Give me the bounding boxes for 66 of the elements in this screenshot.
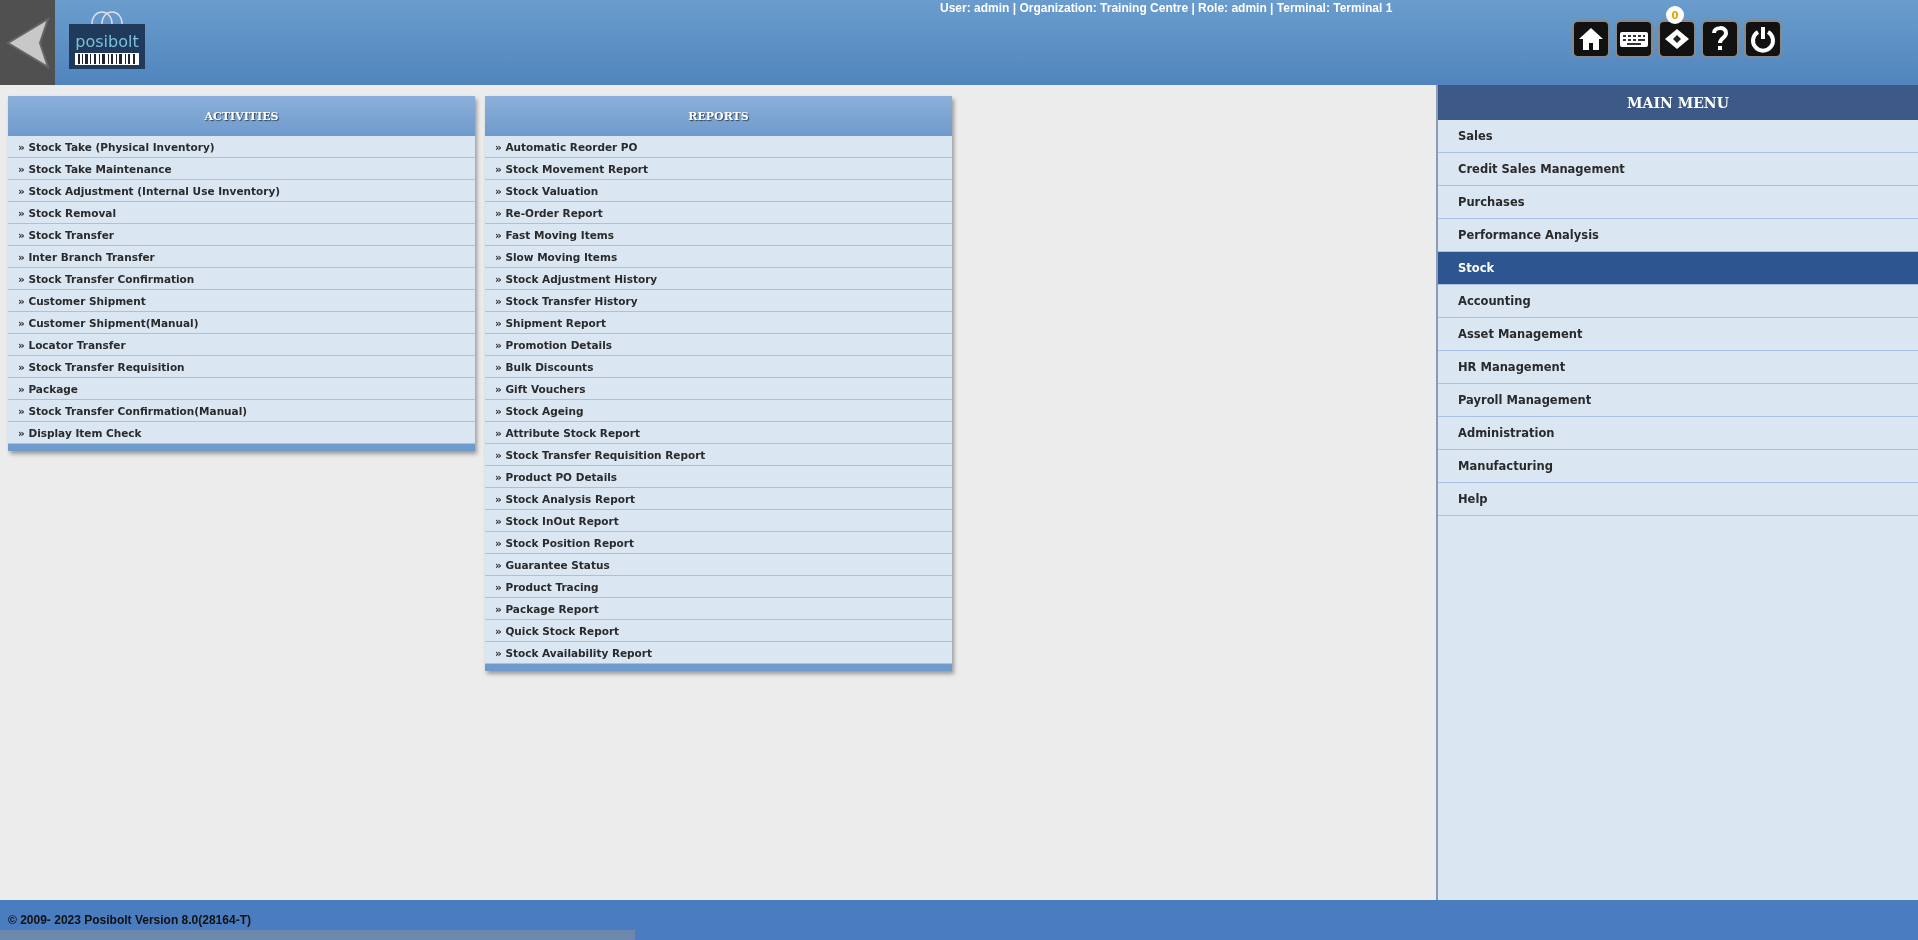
menu-link[interactable]: » Shipment Report [485,312,952,334]
main-menu-item[interactable]: Manufacturing [1438,450,1918,483]
menu-link[interactable]: » Stock Transfer History [485,290,952,312]
back-arrow-icon [5,14,50,71]
menu-link[interactable]: » Stock Removal [8,202,475,224]
menu-link[interactable]: » Product PO Details [485,466,952,488]
help-button[interactable] [1701,20,1739,58]
menu-link[interactable]: » Stock Take Maintenance [8,158,475,180]
menu-link[interactable]: » Stock InOut Report [485,510,952,532]
keyboard-button[interactable] [1615,20,1653,58]
menu-link[interactable]: » Stock Transfer Confirmation(Manual) [8,400,475,422]
menu-link[interactable]: » Stock Take (Physical Inventory) [8,136,475,158]
menu-link[interactable]: » Customer Shipment(Manual) [8,312,475,334]
menu-link[interactable]: » Package Report [485,598,952,620]
notifications-button[interactable] [1658,20,1696,58]
menu-link[interactable]: » Re-Order Report [485,202,952,224]
menu-link[interactable]: » Attribute Stock Report [485,422,952,444]
main-menu-item[interactable]: Help [1438,483,1918,516]
main-menu-item[interactable]: Administration [1438,417,1918,450]
logo-text: posibolt [69,24,145,53]
menu-link[interactable]: » Product Tracing [485,576,952,598]
menu-link[interactable]: » Stock Adjustment (Internal Use Inventory) [8,180,475,202]
main-menu-title: MAIN MENU [1438,85,1918,120]
menu-link[interactable]: » Stock Movement Report [485,158,952,180]
menu-link[interactable]: » Package [8,378,475,400]
menu-link[interactable]: » Stock Position Report [485,532,952,554]
copyright-text: © 2009- 2023 Posibolt Version 8.0(28164-T) [7,913,252,929]
menu-link[interactable]: » Inter Branch Transfer [8,246,475,268]
barcode-icon [69,53,145,69]
main-menu-item[interactable]: Purchases [1438,186,1918,219]
menu-link[interactable]: » Gift Vouchers [485,378,952,400]
menu-link[interactable]: » Locator Transfer [8,334,475,356]
main-menu-item[interactable]: Stock [1438,252,1918,285]
question-mark-icon [1711,25,1729,53]
panel-title: REPORTS [485,96,952,136]
home-icon [1578,26,1604,52]
menu-link[interactable]: » Stock Analysis Report [485,488,952,510]
menu-link[interactable]: » Customer Shipment [8,290,475,312]
menu-link[interactable]: » Automatic Reorder PO [485,136,952,158]
back-button[interactable] [0,0,55,85]
home-button[interactable] [1572,20,1610,58]
menu-link[interactable]: » Stock Transfer Requisition [8,356,475,378]
main-menu-item[interactable]: Payroll Management [1438,384,1918,417]
menu-link[interactable]: » Quick Stock Report [485,620,952,642]
notification-badge: 0 [1666,6,1684,24]
main-menu-item[interactable]: Accounting [1438,285,1918,318]
user-info: User: admin | Organization: Training Centre | Role: admin | Terminal: Terminal 1 [940,1,1393,15]
main-menu-item[interactable]: Asset Management [1438,318,1918,351]
menu-link[interactable]: » Promotion Details [485,334,952,356]
main-menu-item[interactable]: Credit Sales Management [1438,153,1918,186]
menu-link[interactable]: » Stock Transfer Requisition Report [485,444,952,466]
diamond-icon [1663,27,1691,51]
menu-link[interactable]: » Bulk Discounts [485,356,952,378]
panel-title: ACTIVITIES [8,96,475,136]
menu-link[interactable]: » Guarantee Status [485,554,952,576]
menu-link[interactable]: » Stock Adjustment History [485,268,952,290]
menu-link[interactable]: » Stock Ageing [485,400,952,422]
menu-link[interactable]: » Slow Moving Items [485,246,952,268]
main-menu-item[interactable]: Sales [1438,120,1918,153]
menu-link[interactable]: » Stock Transfer Confirmation [8,268,475,290]
main-menu-item[interactable]: HR Management [1438,351,1918,384]
power-button[interactable] [1744,20,1782,58]
menu-link[interactable]: » Fast Moving Items [485,224,952,246]
menu-link[interactable]: » Stock Transfer [8,224,475,246]
menu-link[interactable]: » Stock Valuation [485,180,952,202]
power-icon [1749,25,1777,53]
